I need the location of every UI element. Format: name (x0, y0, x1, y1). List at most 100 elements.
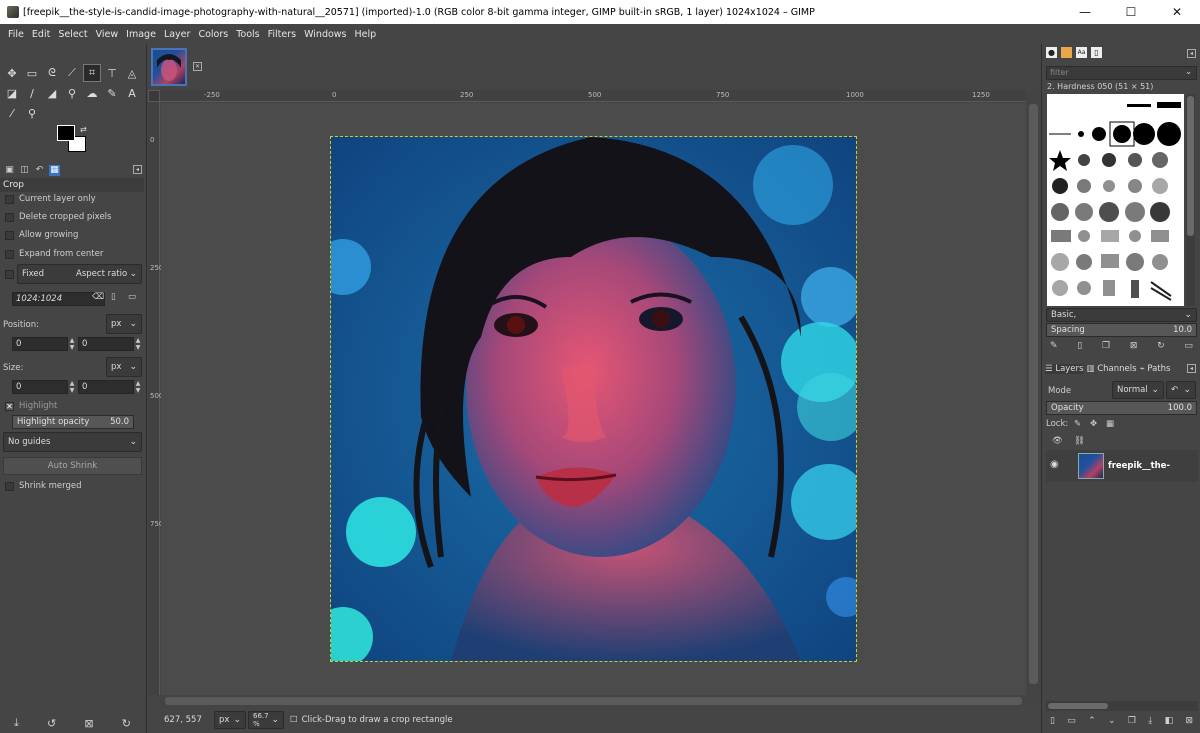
brush-spacing-slider[interactable]: Spacing 10.0 (1046, 323, 1197, 337)
brushes-tab-icon[interactable]: ● (1046, 47, 1057, 58)
close-button[interactable]: ✕ (1154, 0, 1200, 24)
move-tool-icon[interactable]: ✥ (3, 64, 21, 82)
menu-colors[interactable]: Colors (194, 29, 232, 40)
shrink-merged-option[interactable]: Shrink merged (5, 479, 82, 493)
merge-layer-icon[interactable]: ⤓ (1148, 716, 1152, 726)
foreground-color-swatch[interactable] (57, 125, 75, 141)
minimize-button[interactable]: — (1062, 0, 1108, 24)
brush-scroll-thumb[interactable] (1187, 96, 1194, 236)
lock-alpha-icon[interactable]: ▦ (1106, 419, 1114, 429)
open-as-image-icon[interactable]: ▭ (1184, 341, 1193, 351)
menu-tools[interactable]: Tools (232, 29, 263, 40)
bucket-fill-tool-icon[interactable]: ◪ (3, 84, 21, 102)
brush-tag-select[interactable]: Basic, ⌄ (1046, 308, 1197, 322)
menu-select[interactable]: Select (54, 29, 91, 40)
unit-select[interactable]: px ⌄ (214, 711, 246, 729)
layers-horizontal-scrollbar[interactable] (1046, 701, 1198, 711)
rect-select-tool-icon[interactable]: ▭ (23, 64, 41, 82)
position-y-spinner[interactable]: ▲ ▼ (134, 337, 142, 351)
auto-shrink-button[interactable]: Auto Shrink (3, 457, 142, 475)
image-tab-thumbnail[interactable] (151, 48, 187, 86)
expand-from-center-checkbox[interactable] (5, 249, 14, 259)
clone-tool-icon[interactable]: ⚲ (63, 84, 81, 102)
edit-brush-icon[interactable]: ✎ (1050, 341, 1058, 351)
delete-layer-icon[interactable]: ⊠ (1185, 716, 1193, 726)
unified-transform-tool-icon[interactable]: ⊤ (103, 64, 121, 82)
delete-options-icon[interactable]: ⊠ (84, 717, 93, 730)
duplicate-brush-icon[interactable]: ❐ (1102, 341, 1110, 351)
highlight-checkbox[interactable]: ✕ (5, 401, 14, 411)
menu-image[interactable]: Image (122, 29, 160, 40)
raise-layer-icon[interactable]: ⌃ (1088, 716, 1096, 726)
layers-scroll-thumb[interactable] (1048, 703, 1108, 709)
menu-edit[interactable]: Edit (28, 29, 54, 40)
landscape-icon[interactable]: ▭ (128, 292, 136, 302)
size-height-input[interactable]: 0 (78, 380, 134, 394)
crop-tool-icon[interactable]: ⌗ (83, 64, 101, 82)
fuzzy-select-tool-icon[interactable]: ⟋ (63, 64, 81, 82)
swap-colors-icon[interactable]: ⇄ (80, 125, 87, 134)
layer-name[interactable]: freepik__the- (1108, 461, 1170, 471)
delete-cropped-checkbox[interactable] (5, 212, 14, 222)
smudge-tool-icon[interactable]: ☁ (83, 84, 101, 102)
horizontal-ruler[interactable]: -250 0 250 500 750 1000 1250 (160, 90, 1026, 102)
fixed-checkbox[interactable] (5, 270, 14, 279)
image-canvas[interactable] (330, 136, 857, 662)
current-layer-only-option[interactable]: Current layer only (5, 192, 96, 206)
vertical-ruler[interactable]: 0 250 500 750 (148, 102, 163, 695)
menu-file[interactable]: File (4, 29, 28, 40)
canvas-vertical-scrollbar[interactable] (1027, 90, 1040, 705)
size-width-input[interactable]: 0 (12, 380, 68, 394)
undo-history-tab-icon[interactable]: ↶ (34, 165, 45, 176)
allow-growing-option[interactable]: Allow growing (5, 228, 78, 242)
size-unit-select[interactable]: px ⌄ (106, 357, 142, 377)
layer-row[interactable]: ◉ freepik__the- (1046, 450, 1198, 482)
eye-icon[interactable]: ◉ (1050, 459, 1059, 470)
ruler-corner[interactable] (148, 90, 160, 102)
images-tab-icon[interactable]: ▦ (49, 164, 60, 176)
horizontal-scroll-thumb[interactable] (165, 697, 1022, 705)
canvas-horizontal-scrollbar[interactable] (160, 695, 1027, 707)
expand-from-center-option[interactable]: Expand from center (5, 247, 103, 261)
brush-grid-scrollbar[interactable] (1186, 94, 1195, 306)
menu-view[interactable]: View (92, 29, 123, 40)
channels-tab[interactable]: ▥ Channels (1086, 364, 1136, 374)
text-tool-icon[interactable]: A (123, 84, 141, 102)
paths-tab[interactable]: ⌁ Paths (1140, 364, 1171, 374)
guides-select[interactable]: No guides ⌄ (3, 432, 142, 452)
save-options-icon[interactable]: ⤓ (14, 716, 19, 730)
vertical-scroll-thumb[interactable] (1029, 104, 1038, 684)
document-history-tab-icon[interactable]: ▯ (1091, 47, 1102, 58)
allow-growing-checkbox[interactable] (5, 230, 14, 240)
portrait-icon[interactable]: ▯ (111, 292, 116, 302)
layers-tab[interactable]: ☰ Layers (1045, 364, 1084, 374)
brush-grid[interactable] (1047, 94, 1184, 306)
color-picker-tool-icon[interactable]: ⁄ (3, 104, 21, 122)
mask-layer-icon[interactable]: ◧ (1165, 716, 1174, 726)
delete-cropped-option[interactable]: Delete cropped pixels (5, 210, 111, 224)
menu-help[interactable]: Help (351, 29, 381, 40)
current-layer-only-checkbox[interactable] (5, 194, 14, 204)
paths-tool-icon[interactable]: ✎ (103, 84, 121, 102)
delete-brush-icon[interactable]: ⊠ (1130, 341, 1138, 351)
layer-mode-select[interactable]: Normal ⌄ (1112, 381, 1164, 399)
highlight-opacity-slider[interactable]: Highlight opacity 50.0 (12, 415, 134, 429)
lasso-tool-icon[interactable]: ᘓ (43, 64, 61, 82)
new-brush-icon[interactable]: ▯ (1077, 341, 1082, 351)
composite-mode-select[interactable]: ↶ ⌄ (1166, 381, 1196, 399)
fg-bg-colors[interactable]: ⇄ (57, 125, 91, 155)
refresh-brushes-icon[interactable]: ↻ (1157, 341, 1165, 351)
close-image-tab-icon[interactable]: ✕ (193, 62, 202, 71)
tool-options-tab-icon[interactable]: ▣ (4, 165, 15, 176)
highlight-option[interactable]: ✕ Highlight (5, 399, 57, 413)
fixed-mode-select[interactable]: Fixed Aspect ratio ⌄ (17, 264, 142, 284)
chevron-down-icon[interactable]: ⌄ (1185, 67, 1192, 77)
new-layer-icon[interactable]: ▯ (1050, 716, 1055, 726)
eraser-tool-icon[interactable]: ◢ (43, 84, 61, 102)
warp-transform-tool-icon[interactable]: ◬ (123, 64, 141, 82)
menu-windows[interactable]: Windows (300, 29, 350, 40)
zoom-select[interactable]: 66.7 % ⌄ (248, 711, 284, 729)
menu-filters[interactable]: Filters (264, 29, 300, 40)
zoom-tool-icon[interactable]: ⚲ (23, 104, 41, 122)
size-height-spinner[interactable]: ▲ ▼ (134, 380, 142, 394)
